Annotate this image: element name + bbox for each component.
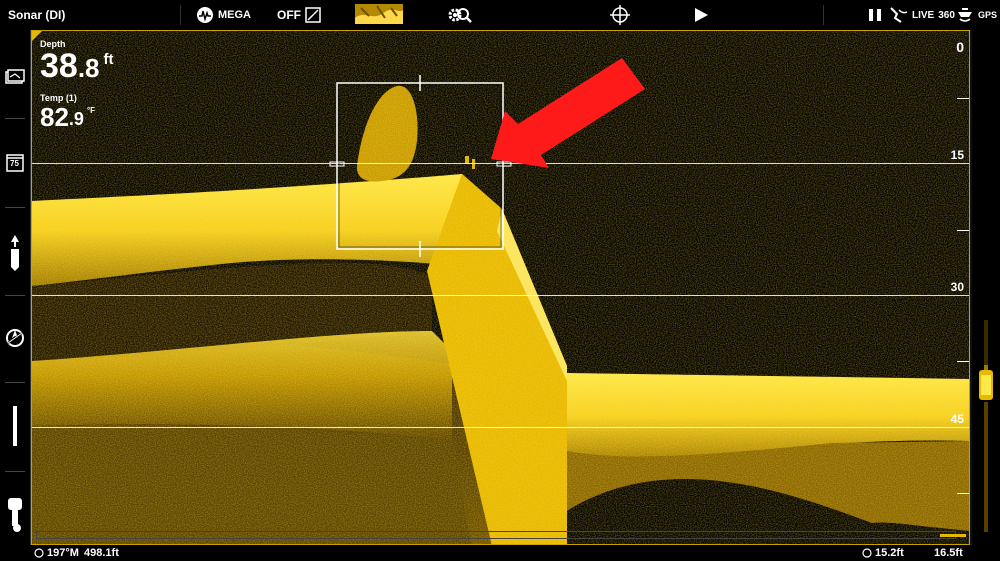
sidebar-item-chart[interactable] (4, 66, 26, 88)
divider (180, 5, 181, 25)
flasher-bar (979, 320, 993, 532)
sidebar-item-trolling-motor[interactable] (4, 406, 26, 446)
heading-value: 197°M (47, 547, 79, 559)
overlay-icon (305, 7, 321, 23)
live-value: 360 (938, 9, 955, 21)
divider (5, 471, 25, 472)
history-scroll-thumb[interactable] (940, 534, 966, 537)
temperature-unit: °F (86, 106, 96, 115)
sonar-settings-button[interactable] (447, 5, 473, 25)
gain-scale (970, 30, 1000, 545)
overlay-toggle[interactable]: OFF (277, 5, 321, 25)
depth-tick (957, 493, 969, 494)
range-value-b: 16.5ft (934, 547, 963, 559)
divider (5, 118, 25, 119)
range-icon (862, 548, 872, 558)
depth-scale-label-15: 15 (950, 148, 964, 162)
depth-value-dec: .8 (77, 53, 100, 83)
depth-unit: ft (103, 51, 114, 68)
gear-search-icon (448, 8, 472, 23)
depth-value-int: 38 (40, 47, 78, 85)
transducer-icon (890, 7, 908, 23)
top-bar: Sonar (DI) MEGA OFF LIVE 360 GPS (0, 0, 1000, 31)
gps-status[interactable]: GPS (978, 5, 997, 25)
range-value-a: 15.2ft (875, 547, 904, 559)
sonar-status[interactable] (957, 5, 973, 25)
sidebar-item-boat[interactable] (4, 235, 26, 271)
live-label: LIVE (912, 9, 935, 21)
sonar-boat-icon (958, 8, 972, 22)
outboard-motor-icon (8, 498, 22, 532)
sonar-view[interactable]: Depth 38 .8 ft Temp (1) 82 .9 °F 0 15 30… (31, 30, 970, 545)
boat-icon (11, 235, 19, 271)
divider (823, 5, 824, 25)
play-icon (695, 8, 708, 22)
red-arrow-icon (491, 58, 645, 168)
palette-button[interactable] (355, 4, 403, 24)
sidebar-item-navigation[interactable] (4, 327, 26, 349)
temperature-value-dec: .9 (68, 109, 84, 129)
depth-scale-label-30: 30 (950, 280, 964, 294)
divider (5, 295, 25, 296)
depth-scale-label-45: 45 (950, 412, 964, 426)
sidebar-item-temperature[interactable]: 75 (4, 152, 26, 174)
divider (5, 382, 25, 383)
sidebar-item-outboard[interactable] (4, 498, 26, 532)
bottom-bar: 197°M 498.1ft 15.2ft 16.5ft (0, 545, 1000, 561)
gps-label: GPS (978, 10, 998, 20)
mega-label: MEGA (218, 9, 251, 21)
corner-marker-icon (32, 31, 42, 41)
temperature-readout: Temp (1) 82 .9 °F (40, 93, 95, 135)
sidebar: 75 (0, 30, 31, 561)
palette-icon (355, 4, 403, 24)
page-title: Sonar (DI) (8, 8, 66, 22)
cursor-button[interactable] (610, 5, 630, 25)
chart-view-icon (5, 69, 25, 84)
depth-tick (957, 98, 969, 99)
divider (5, 207, 25, 208)
depth-readout: Depth 38 .8 ft (40, 39, 114, 87)
distance-value: 498.1ft (84, 547, 119, 559)
play-button[interactable] (693, 5, 709, 25)
temperature-badge-value: 75 (10, 159, 19, 168)
transducer-status[interactable] (889, 5, 909, 25)
depth-tick (957, 361, 969, 362)
live-360-status[interactable]: LIVE 360 (912, 5, 955, 25)
mega-icon (197, 7, 213, 23)
depth-scale-label-0: 0 (956, 39, 964, 55)
depth-tick (957, 230, 969, 231)
compass-icon (6, 329, 24, 347)
crosshair-icon (610, 5, 630, 25)
pause-button[interactable] (868, 5, 882, 25)
heading-icon (34, 548, 44, 558)
pause-icon (869, 9, 881, 21)
trolling-motor-icon (13, 406, 17, 446)
off-label: OFF (277, 8, 301, 22)
temperature-value-int: 82 (40, 102, 69, 132)
mega-button[interactable]: MEGA (196, 5, 251, 25)
divider (970, 30, 972, 545)
history-scrollbar[interactable] (36, 531, 956, 539)
